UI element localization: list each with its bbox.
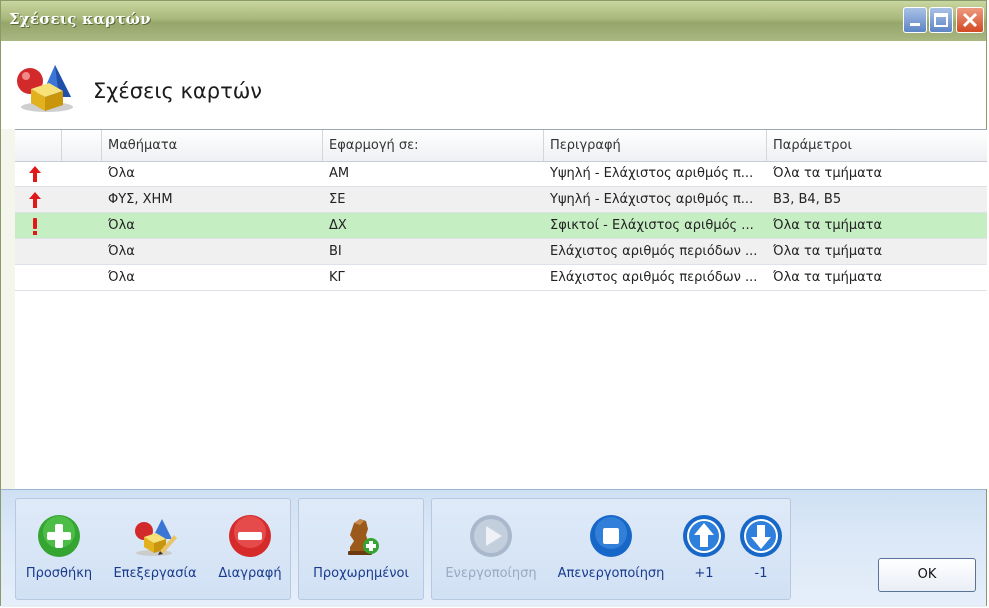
exclamation-icon bbox=[25, 216, 45, 236]
deactivate-label: Απενεργοποίηση bbox=[557, 566, 665, 581]
activate-button[interactable]: Ενεργοποίηση bbox=[432, 499, 550, 599]
cell-applies-to: ΚΓ bbox=[329, 270, 345, 285]
page-header: Σχέσεις καρτών bbox=[1, 41, 986, 129]
plus-circle-icon bbox=[36, 513, 82, 559]
bottom-toolbar: Προσθήκη Επεξεργασία Διαγραφή Προχωρημέν… bbox=[1, 489, 986, 607]
title-bar[interactable]: Σχέσεις καρτών bbox=[1, 1, 986, 41]
minus-circle-icon bbox=[227, 513, 273, 559]
cell-subjects: Όλα bbox=[108, 166, 135, 181]
deactivate-button[interactable]: Απενεργοποίηση bbox=[550, 499, 672, 599]
cell-applies-to: ΣΕ bbox=[329, 192, 346, 207]
move-down-button[interactable]: -1 bbox=[732, 499, 790, 599]
page-title: Σχέσεις καρτών bbox=[93, 79, 263, 103]
cell-parameters: Β3, Β4, Β5 bbox=[773, 192, 842, 207]
move-down-label: -1 bbox=[754, 566, 768, 581]
shapes-icon bbox=[15, 63, 77, 117]
main-window: Σχέσεις καρτών Σχέσεις καρτών Μαθήματα Ε… bbox=[0, 0, 987, 607]
window-title: Σχέσεις καρτών bbox=[9, 10, 151, 28]
table-header: Μαθήματα Εφαρμογή σε: Περιγραφή Παράμετρ… bbox=[15, 130, 987, 162]
cell-description: Σφικτοί - Ελάχιστος αριθμός ... bbox=[550, 218, 754, 233]
edit-button[interactable]: Επεξεργασία bbox=[102, 499, 208, 599]
add-label: Προσθήκη bbox=[25, 566, 93, 581]
table-row-selected[interactable]: Όλα ΔΧ Σφικτοί - Ελάχιστος αριθμός ... Ό… bbox=[15, 213, 987, 239]
add-button[interactable]: Προσθήκη bbox=[16, 499, 102, 599]
cell-parameters: Όλα τα τμήματα bbox=[773, 244, 883, 259]
cell-description: Υψηλή - Ελάχιστος αριθμός π... bbox=[550, 166, 754, 181]
edit-group: Προσθήκη Επεξεργασία Διαγραφή bbox=[15, 498, 291, 600]
column-header-subjects[interactable]: Μαθήματα bbox=[101, 130, 322, 161]
relations-table: Μαθήματα Εφαρμογή σε: Περιγραφή Παράμετρ… bbox=[15, 129, 987, 489]
move-up-label: +1 bbox=[694, 566, 714, 581]
advanced-button[interactable]: Προχωρημένοι bbox=[299, 499, 423, 599]
cell-subjects: Όλα bbox=[108, 218, 135, 233]
arrow-down-circle-icon bbox=[738, 513, 784, 559]
cell-subjects: Όλα bbox=[108, 244, 135, 259]
arrow-up-circle-icon bbox=[681, 513, 727, 559]
cell-description: Ελάχιστος αριθμός περιόδων ... bbox=[550, 270, 758, 285]
cell-subjects: Όλα bbox=[108, 270, 135, 285]
delete-button[interactable]: Διαγραφή bbox=[208, 499, 292, 599]
cell-parameters: Όλα τα τμήματα bbox=[773, 166, 883, 181]
edit-shapes-icon bbox=[132, 513, 178, 559]
activate-label: Ενεργοποίηση bbox=[445, 566, 537, 581]
play-circle-icon bbox=[468, 513, 514, 559]
maximize-button[interactable] bbox=[929, 7, 953, 33]
cell-applies-to: ΑΜ bbox=[329, 166, 350, 181]
cell-description: Υψηλή - Ελάχιστος αριθμός π... bbox=[550, 192, 754, 207]
cell-parameters: Όλα τα τμήματα bbox=[773, 218, 883, 233]
table-row[interactable]: ΦΥΣ, ΧΗΜ ΣΕ Υψηλή - Ελάχιστος αριθμός π.… bbox=[15, 187, 987, 213]
table-row[interactable]: Όλα ΑΜ Υψηλή - Ελάχιστος αριθμός π... Όλ… bbox=[15, 161, 987, 187]
ok-button[interactable]: OK bbox=[878, 558, 976, 592]
table-row[interactable]: Όλα ΒΙ Ελάχιστος αριθμός περιόδων ... Όλ… bbox=[15, 239, 987, 265]
advanced-label: Προχωρημένοι bbox=[313, 566, 409, 581]
stop-circle-icon bbox=[588, 513, 634, 559]
cell-parameters: Όλα τα τμήματα bbox=[773, 270, 883, 285]
close-button[interactable] bbox=[956, 7, 984, 33]
cell-applies-to: ΒΙ bbox=[329, 244, 342, 259]
column-header-blank[interactable] bbox=[61, 130, 101, 161]
cell-subjects: ΦΥΣ, ΧΗΜ bbox=[108, 192, 173, 207]
cell-applies-to: ΔΧ bbox=[329, 218, 347, 233]
edit-label: Επεξεργασία bbox=[113, 566, 197, 581]
delete-label: Διαγραφή bbox=[218, 566, 282, 581]
move-up-button[interactable]: +1 bbox=[678, 499, 730, 599]
priority-up-icon bbox=[25, 164, 45, 184]
table-row[interactable]: Όλα ΚΓ Ελάχιστος αριθμός περιόδων ... Όλ… bbox=[15, 265, 987, 291]
column-header-parameters[interactable]: Παράμετροι bbox=[766, 130, 987, 161]
minimize-button[interactable] bbox=[903, 7, 927, 33]
column-header-indicator[interactable] bbox=[15, 130, 61, 161]
advanced-group: Προχωρημένοι bbox=[298, 498, 424, 600]
column-header-applies-to[interactable]: Εφαρμογή σε: bbox=[322, 130, 543, 161]
cell-description: Ελάχιστος αριθμός περιόδων ... bbox=[550, 244, 758, 259]
priority-up-icon bbox=[25, 190, 45, 210]
activation-group: Ενεργοποίηση Απενεργοποίηση +1 -1 bbox=[431, 498, 791, 600]
column-header-description[interactable]: Περιγραφή bbox=[543, 130, 766, 161]
chess-knight-icon bbox=[338, 513, 384, 559]
